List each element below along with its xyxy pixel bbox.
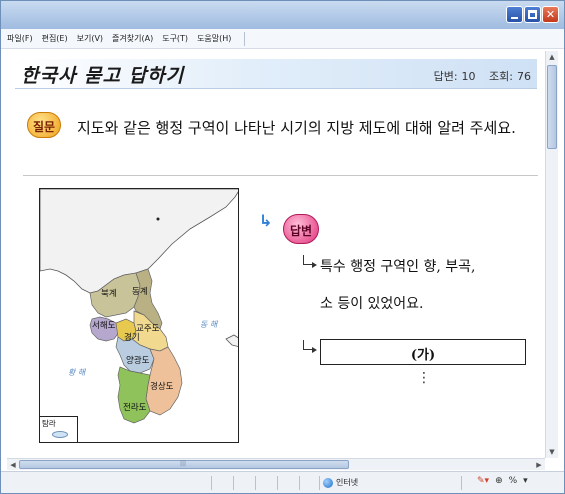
label-gyeongsang: 경상도 bbox=[150, 382, 174, 392]
menu-view[interactable]: 보기(V) bbox=[77, 33, 103, 44]
branch-arrow-icon bbox=[312, 262, 317, 268]
maximize-button[interactable] bbox=[524, 6, 541, 23]
jeju-island-shape bbox=[52, 431, 68, 438]
maximize-icon bbox=[528, 10, 537, 19]
answer-count: 10 bbox=[461, 70, 476, 83]
answer-badge: 답변 bbox=[283, 214, 319, 244]
zoom-control[interactable]: ✎▾ ⊕ % ▾ bbox=[477, 476, 528, 486]
menu-edit[interactable]: 편집(E) bbox=[42, 33, 68, 44]
answer-line-1: 특수 행정 구역인 향, 부곡, bbox=[320, 259, 476, 275]
label-seohaedo: 서해도 bbox=[92, 321, 116, 331]
status-bar: 인터넷 ✎▾ ⊕ % ▾ bbox=[1, 471, 564, 493]
minimize-button[interactable] bbox=[506, 6, 523, 23]
label-jeolla: 전라도 bbox=[123, 403, 147, 413]
menu-bar: 파일(F) 편집(E) 보기(V) 즐겨찾기(A) 도구(T) 도움말(H) bbox=[1, 29, 564, 49]
menu-favorites[interactable]: 즐겨찾기(A) bbox=[112, 33, 153, 44]
status-divider bbox=[211, 476, 212, 490]
horizontal-scrollbar[interactable]: ◀ ||| ▶ bbox=[7, 458, 545, 470]
branch-line-blank bbox=[303, 340, 312, 350]
page-title: 한국사 묻고 답하기 bbox=[21, 65, 185, 87]
label-yellow-sea: 황 해 bbox=[68, 368, 86, 377]
close-button[interactable]: ✕ bbox=[542, 6, 559, 23]
window-controls: ✕ bbox=[506, 6, 559, 23]
status-divider bbox=[277, 476, 278, 490]
zoom-level: % bbox=[508, 476, 518, 486]
scroll-down-icon[interactable]: ▼ bbox=[546, 446, 558, 458]
status-divider bbox=[299, 476, 300, 490]
goryeo-map: 북계 동계 서해도 교주도 경기 양광도 경상도 전라도 동 해 황 해 탐라 bbox=[39, 188, 239, 443]
scroll-left-icon[interactable]: ◀ bbox=[7, 459, 19, 471]
continuation-dots: ⋮ bbox=[417, 370, 431, 386]
close-icon: ✕ bbox=[545, 8, 556, 21]
blank-answer-label: (가) bbox=[410, 348, 436, 363]
branch-arrow-icon-blank bbox=[312, 347, 317, 353]
view-count-label: 조회: bbox=[489, 70, 513, 83]
question-text: 지도와 같은 행정 구역이 나타난 시기의 지방 제도에 대해 알려 주세요. bbox=[77, 119, 516, 137]
vertical-scroll-thumb[interactable] bbox=[547, 65, 557, 149]
label-east-sea: 동 해 bbox=[200, 320, 218, 329]
menu-file[interactable]: 파일(F) bbox=[7, 33, 33, 44]
title-bar: ✕ bbox=[1, 1, 564, 29]
page-header: 한국사 묻고 답하기 답변: 10 조회: 76 bbox=[15, 59, 537, 89]
label-bukgye: 북계 bbox=[101, 289, 117, 299]
menu-separator bbox=[244, 31, 246, 46]
reply-arrow-icon: ↳ bbox=[259, 211, 273, 230]
status-divider bbox=[319, 476, 320, 490]
label-tamna: 탐라 bbox=[42, 419, 56, 428]
question-badge: 질문 bbox=[27, 112, 61, 138]
divider bbox=[23, 175, 538, 176]
branch-line bbox=[303, 255, 312, 265]
horizontal-scroll-thumb[interactable]: ||| bbox=[19, 460, 349, 469]
label-yanggwang: 양광도 bbox=[126, 356, 150, 366]
security-zone[interactable]: 인터넷 bbox=[323, 477, 358, 488]
globe-icon bbox=[323, 477, 333, 488]
scroll-right-icon[interactable]: ▶ bbox=[533, 459, 545, 471]
post-stats: 답변: 10 조회: 76 bbox=[430, 68, 531, 84]
answer-count-label: 답변: bbox=[433, 70, 458, 83]
page-content: 한국사 묻고 답하기 답변: 10 조회: 76 질문 지도와 같은 행정 구역이 … bbox=[7, 53, 544, 445]
map-inset-tamna: 탐라 bbox=[40, 416, 78, 442]
security-zone-label: 인터넷 bbox=[336, 478, 359, 487]
scroll-grip-icon: ||| bbox=[180, 460, 187, 467]
vertical-scrollbar[interactable]: ▲ ▼ bbox=[545, 51, 558, 458]
status-divider bbox=[233, 476, 234, 490]
status-divider bbox=[461, 476, 462, 490]
answer-line-2: 소 등이 있었어요. bbox=[320, 296, 424, 312]
minimize-icon bbox=[511, 17, 518, 19]
browser-window: ✕ 파일(F) 편집(E) 보기(V) 즐겨찾기(A) 도구(T) 도움말(H)… bbox=[0, 0, 565, 494]
menu-tools[interactable]: 도구(T) bbox=[162, 33, 188, 44]
question-badge-label: 질문 bbox=[32, 120, 56, 134]
zoom-dropdown-icon[interactable]: ▾ bbox=[523, 476, 528, 486]
answer-badge-label: 답변 bbox=[289, 224, 313, 238]
map-ulleung-dot bbox=[156, 217, 160, 221]
zoom-icon: ⊕ bbox=[495, 476, 503, 486]
map-island bbox=[225, 334, 238, 347]
menu-help[interactable]: 도움말(H) bbox=[197, 33, 231, 44]
region-jeolla bbox=[117, 366, 151, 424]
status-divider bbox=[255, 476, 256, 490]
protected-mode-icon: ✎▾ bbox=[477, 476, 490, 486]
label-donggye: 동계 bbox=[132, 287, 148, 297]
view-count: 76 bbox=[517, 70, 531, 83]
scroll-up-icon[interactable]: ▲ bbox=[546, 51, 558, 63]
blank-answer-box: (가) bbox=[320, 339, 526, 365]
label-gyeonggi: 경기 bbox=[124, 333, 140, 343]
